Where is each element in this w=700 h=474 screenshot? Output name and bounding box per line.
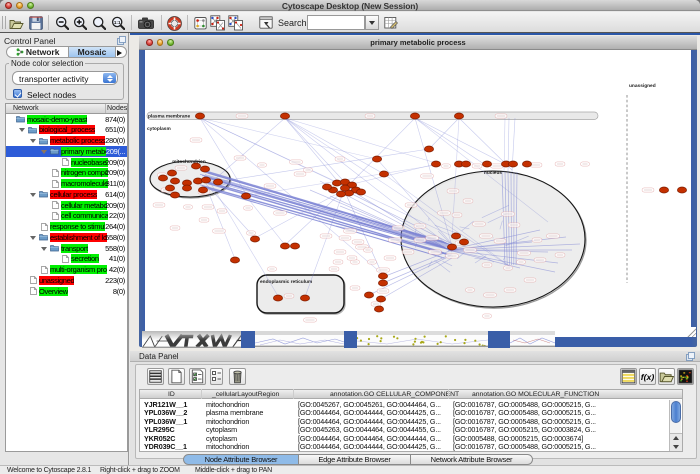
svg-text:endoplasmic reticulum: endoplasmic reticulum (260, 279, 312, 285)
svg-text:unassigned: unassigned (629, 83, 656, 89)
svg-text:f(x): f(x) (641, 372, 655, 382)
svg-text:mitochondrion: mitochondrion (172, 159, 206, 165)
svg-text:nucleus: nucleus (484, 170, 502, 176)
svg-text:1:1: 1:1 (114, 20, 121, 25)
svg-text:cytoplasm: cytoplasm (147, 126, 171, 132)
svg-text:plasma membrane: plasma membrane (148, 113, 190, 119)
